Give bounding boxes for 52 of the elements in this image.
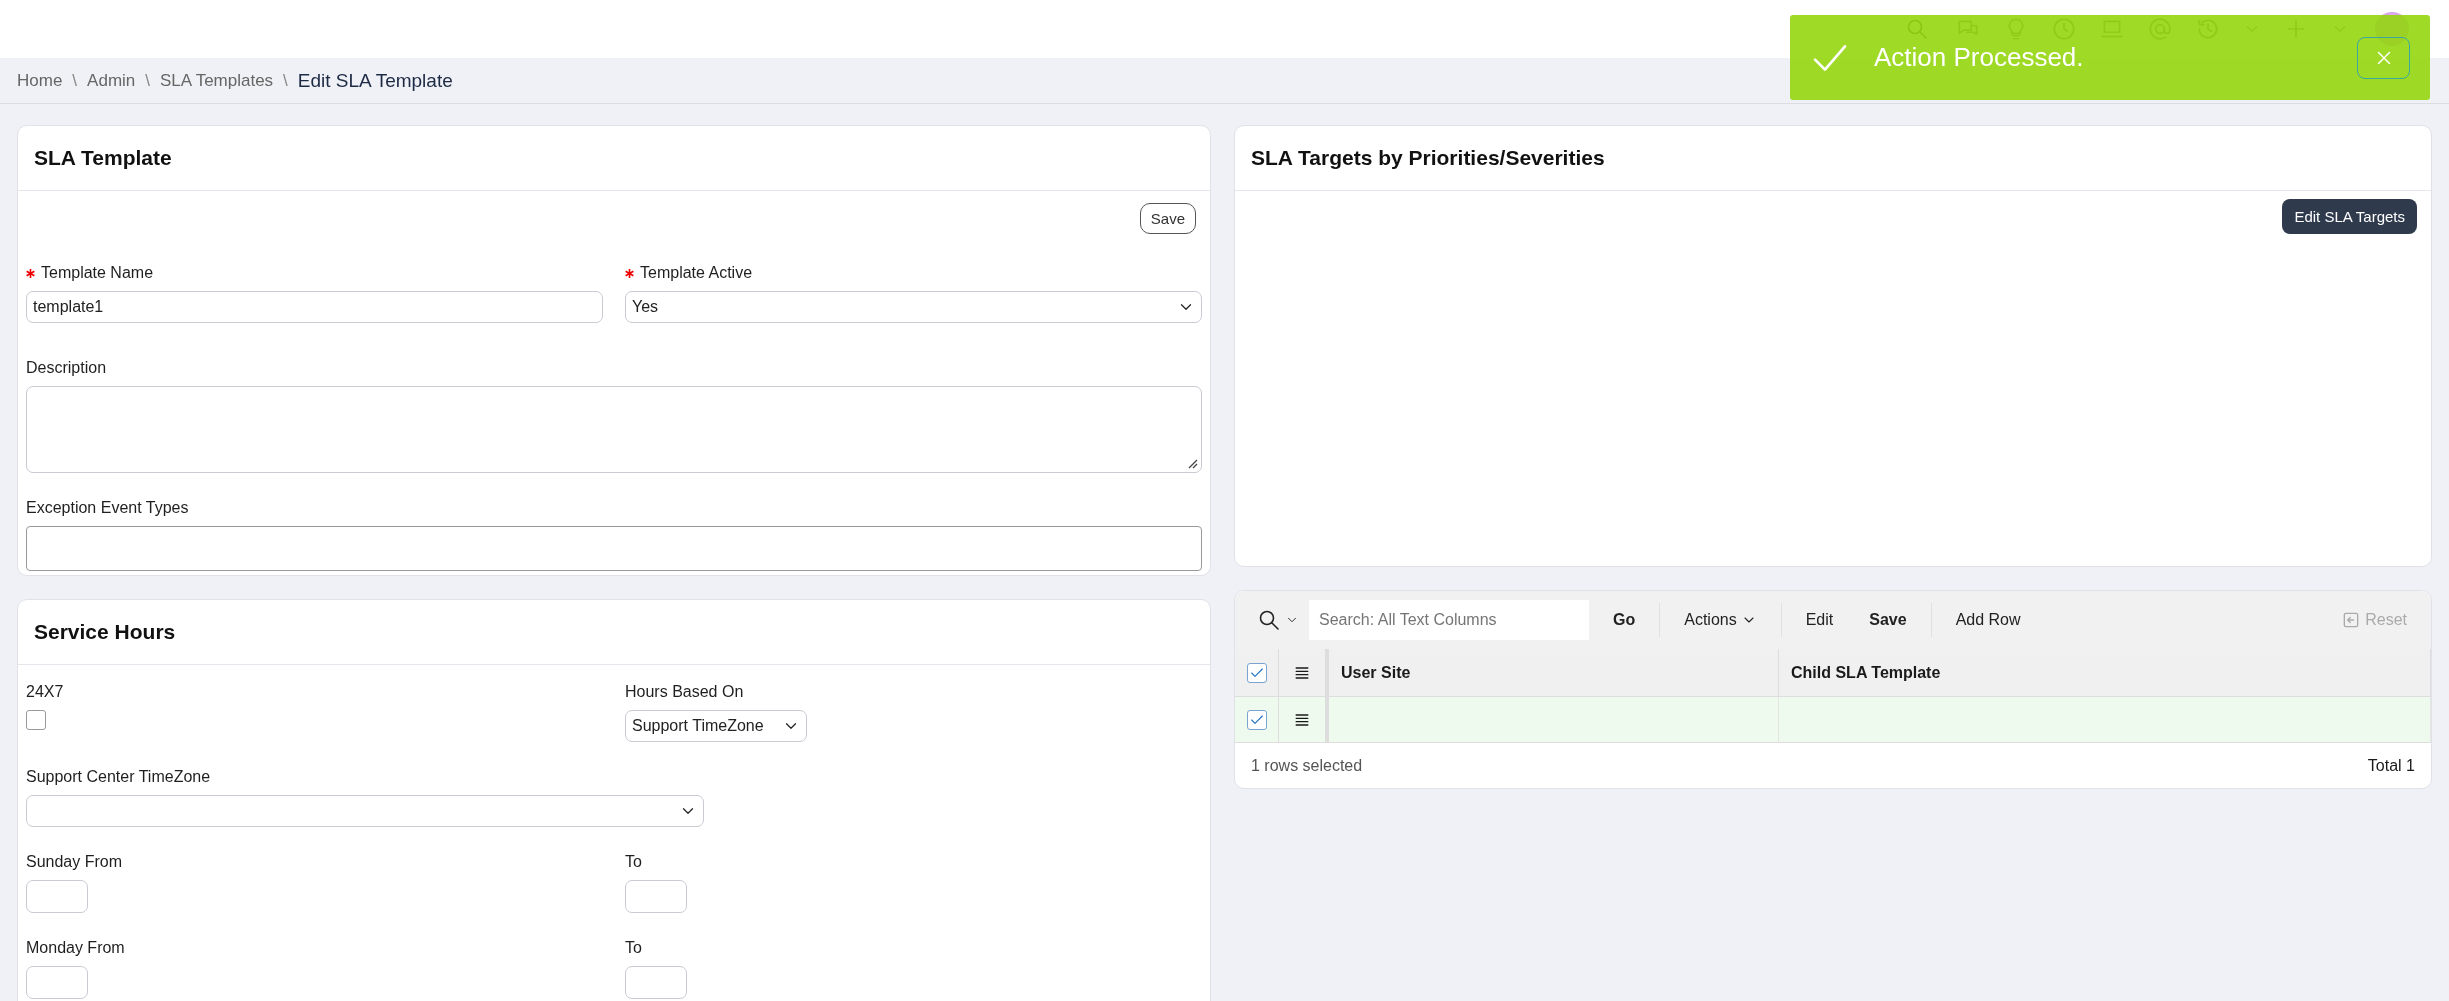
field-label: To	[625, 939, 642, 957]
checkbox[interactable]	[1246, 662, 1267, 683]
selection-count: 1 rows selected	[1251, 756, 1363, 775]
breadcrumb-separator: \	[283, 70, 288, 91]
select-field[interactable]: Support TimeZone	[625, 710, 807, 742]
field-label: 24X7	[26, 683, 64, 701]
select-field[interactable]: Yes	[625, 291, 1202, 323]
time-field[interactable]	[26, 966, 88, 999]
time-field[interactable]	[625, 966, 687, 999]
save-button[interactable]: Save	[1857, 603, 1931, 637]
breadcrumb-current: Edit SLA Template	[297, 69, 453, 92]
field-label: Template Active	[640, 264, 753, 282]
panel-title: Service Hours	[34, 620, 176, 644]
search-icon	[1257, 608, 1281, 632]
breadcrumb-separator: \	[72, 70, 78, 91]
panel-title: SLA Targets by Priorities/Severities	[1251, 146, 1605, 170]
field-label: Template Name	[41, 264, 154, 282]
time-field[interactable]	[26, 880, 88, 913]
breadcrumb-separator: \	[145, 70, 150, 91]
close-button[interactable]	[2357, 36, 2410, 79]
add-row-button[interactable]: Add Row	[1931, 603, 2045, 637]
table-cell[interactable]	[1779, 697, 2431, 743]
field-label: Monday From	[26, 939, 125, 957]
search-field[interactable]: Search: All Text Columns	[1309, 600, 1589, 640]
save-button[interactable]: Save	[1139, 203, 1196, 234]
input-field[interactable]	[26, 526, 1202, 571]
field-label: Exception Event Types	[26, 499, 189, 517]
field-label: Hours Based On	[625, 683, 744, 701]
column-header[interactable]: User Site	[1341, 663, 1411, 682]
field-label: Support Center TimeZone	[26, 768, 211, 786]
table-cell[interactable]	[1329, 697, 1779, 743]
resize-handle-icon[interactable]	[1186, 457, 1198, 469]
breadcrumb-link[interactable]: Home	[17, 70, 63, 91]
row-total: Total 1	[2367, 756, 2415, 775]
breadcrumb-link[interactable]: SLA Templates	[160, 70, 274, 91]
checkbox[interactable]	[1246, 709, 1267, 730]
actions-menu[interactable]: Actions	[1660, 603, 1781, 637]
time-field[interactable]	[625, 880, 687, 913]
column-header[interactable]: Child SLA Template	[1791, 663, 1941, 682]
edit-button[interactable]: Edit	[1781, 603, 1858, 637]
go-button[interactable]: Go	[1589, 603, 1660, 637]
breadcrumb-link[interactable]: Admin	[87, 70, 136, 91]
panel-title: SLA Template	[34, 146, 172, 170]
edit-sla-targets-button[interactable]: Edit SLA Targets	[2282, 199, 2417, 234]
checkbox[interactable]	[26, 710, 46, 730]
textarea-field[interactable]	[26, 386, 1202, 473]
field-label: Description	[26, 359, 107, 377]
field-label: To	[625, 853, 642, 871]
select-field[interactable]	[26, 795, 704, 827]
field-label: Sunday From	[26, 853, 123, 871]
toast-message: Action Processed.	[1874, 42, 2085, 73]
text-field[interactable]: template1	[26, 291, 603, 323]
